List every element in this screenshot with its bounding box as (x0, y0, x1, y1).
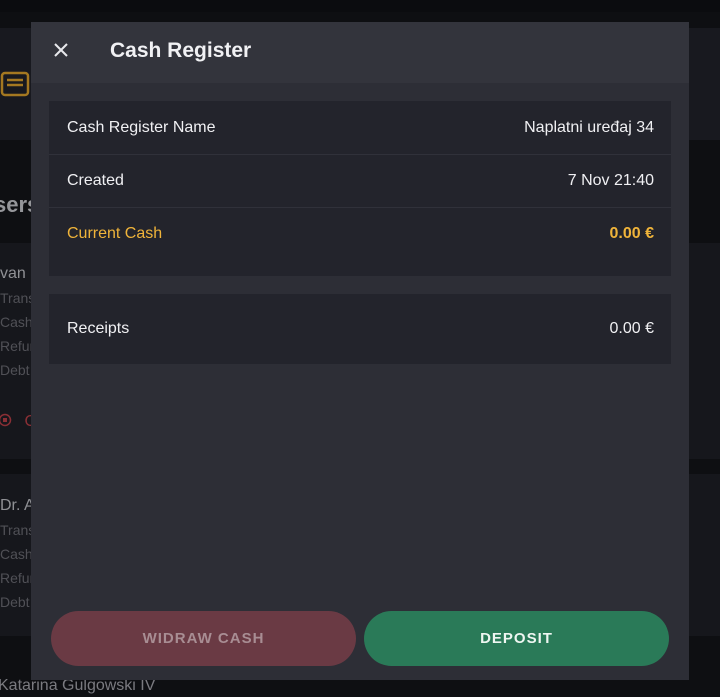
receipts-label: Receipts (67, 320, 130, 337)
receipts-value: 0.00 € (609, 320, 654, 337)
detail-label: Created (67, 172, 124, 189)
detail-value: 0.00 € (609, 225, 654, 242)
detail-row-current-cash: Current Cash 0.00 € (49, 207, 671, 260)
register-details-panel: Cash Register Name Naplatni uređaj 34 Cr… (49, 101, 671, 276)
detail-label: Current Cash (67, 225, 163, 242)
modal-header: Cash Register (31, 22, 689, 83)
detail-row-created: Created 7 Nov 21:40 (49, 154, 671, 207)
close-icon (53, 42, 69, 63)
withdraw-cash-button[interactable]: WIDRAW CASH (51, 611, 356, 666)
deposit-button[interactable]: DEPOSIT (364, 611, 669, 666)
detail-row-name: Cash Register Name Naplatni uređaj 34 (49, 101, 671, 154)
modal-title: Cash Register (110, 39, 252, 62)
close-button[interactable] (47, 38, 75, 66)
detail-label: Cash Register Name (67, 118, 216, 136)
detail-value: Naplatni uređaj 34 (524, 118, 654, 136)
cash-register-modal: Cash Register Cash Register Name Naplatn… (31, 22, 689, 680)
detail-value: 7 Nov 21:40 (567, 172, 654, 189)
receipts-row: Receipts 0.00 € (49, 294, 671, 364)
receipts-panel: Receipts 0.00 € (49, 294, 671, 364)
